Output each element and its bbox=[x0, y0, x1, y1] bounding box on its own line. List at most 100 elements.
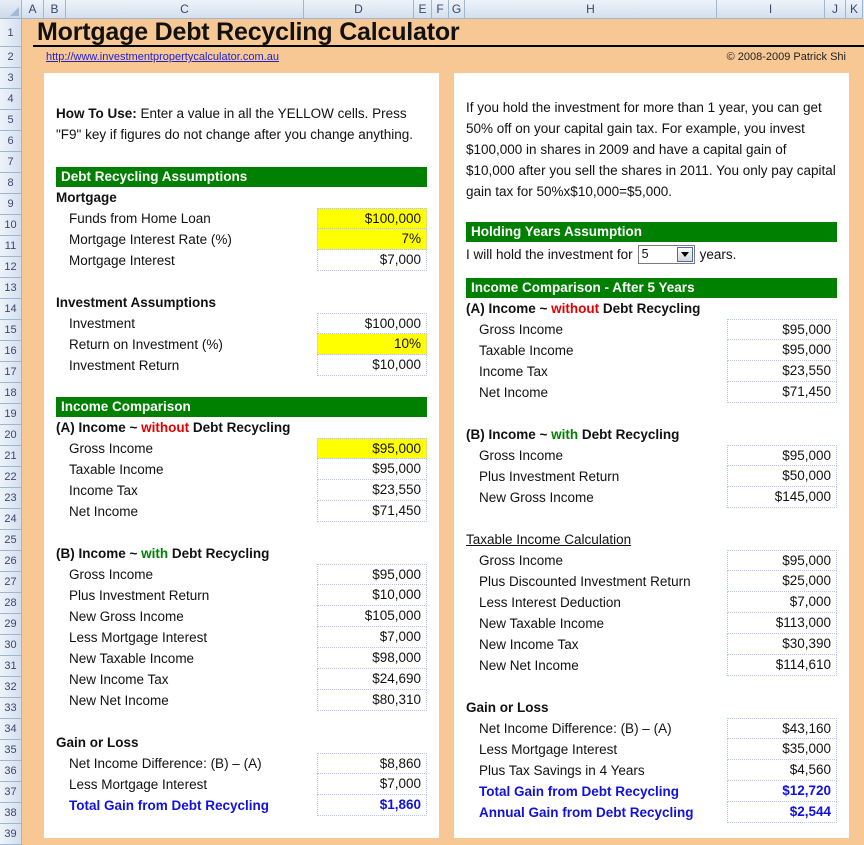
row-label: Total Gain from Debt Recycling bbox=[69, 798, 270, 813]
data-row: Total Gain from Debt Recycling $12,720 bbox=[466, 781, 837, 802]
row-header-19[interactable]: 19 bbox=[0, 404, 22, 425]
row-header-31[interactable]: 31 bbox=[0, 656, 22, 677]
value-cell: $25,000 bbox=[727, 571, 837, 592]
data-row: Return on Investment (%) 10% bbox=[56, 334, 427, 355]
row-header-13[interactable]: 13 bbox=[0, 278, 22, 299]
row-label: New Net Income bbox=[479, 658, 579, 673]
column-header-cells: ABCDEFGHIJK bbox=[22, 0, 863, 19]
investment-rows: Investment $100,000 Return on Investment (… bbox=[56, 313, 427, 376]
row-header-36[interactable]: 36 bbox=[0, 761, 22, 782]
row-header-1[interactable]: 1 bbox=[0, 19, 22, 47]
select-all-corner[interactable] bbox=[0, 0, 22, 19]
input-value-cell[interactable]: 10% bbox=[317, 334, 427, 355]
column-header-a[interactable]: A bbox=[22, 0, 44, 19]
row-header-8[interactable]: 8 bbox=[0, 173, 22, 194]
data-row: Funds from Home Loan $100,000 bbox=[56, 208, 427, 229]
row-header-37[interactable]: 37 bbox=[0, 782, 22, 803]
row-header-24[interactable]: 24 bbox=[0, 509, 22, 530]
row-header-39[interactable]: 39 bbox=[0, 824, 22, 845]
value-cell: $80,310 bbox=[317, 690, 427, 711]
row-header-14[interactable]: 14 bbox=[0, 299, 22, 320]
value-cell: $50,000 bbox=[727, 466, 837, 487]
section-a-heading-left: (A) Income ~ without Debt Recycling bbox=[56, 417, 427, 438]
row-header-25[interactable]: 25 bbox=[0, 530, 22, 551]
row-header-26[interactable]: 26 bbox=[0, 551, 22, 572]
row-header-27[interactable]: 27 bbox=[0, 572, 22, 593]
left-panel: How To Use: Enter a value in all the YEL… bbox=[44, 73, 439, 838]
column-header-f[interactable]: F bbox=[432, 0, 449, 19]
value-cell: $2,544 bbox=[727, 802, 837, 823]
section-b-heading-left: (B) Income ~ with Debt Recycling bbox=[56, 543, 427, 564]
gain-or-loss-heading-right: Gain or Loss bbox=[466, 700, 549, 715]
column-header-d[interactable]: D bbox=[304, 0, 414, 19]
row-header-9[interactable]: 9 bbox=[0, 194, 22, 215]
row-header-30[interactable]: 30 bbox=[0, 635, 22, 656]
row-header-23[interactable]: 23 bbox=[0, 488, 22, 509]
row-header-21[interactable]: 21 bbox=[0, 446, 22, 467]
input-value-cell[interactable]: 7% bbox=[317, 229, 427, 250]
row-header-35[interactable]: 35 bbox=[0, 740, 22, 761]
gain-rows-right: Net Income Difference: (B) – (A) $43,160 L… bbox=[466, 718, 837, 823]
row-header-28[interactable]: 28 bbox=[0, 593, 22, 614]
taxable-income-calculation-heading: Taxable Income Calculation bbox=[466, 532, 632, 547]
value-cell: $7,000 bbox=[317, 250, 427, 271]
row-header-29[interactable]: 29 bbox=[0, 614, 22, 635]
title-band: Mortgage Debt Recycling Calculator bbox=[33, 18, 864, 47]
row-header-17[interactable]: 17 bbox=[0, 362, 22, 383]
row-header-4[interactable]: 4 bbox=[0, 89, 22, 110]
gain-rows-left: Net Income Difference: (B) – (A) $8,860 Le… bbox=[56, 753, 427, 816]
column-header-j[interactable]: J bbox=[825, 0, 846, 19]
data-row: New Taxable Income $98,000 bbox=[56, 648, 427, 669]
input-value-cell[interactable]: $100,000 bbox=[317, 208, 427, 229]
data-row: Gross Income $95,000 bbox=[56, 564, 427, 585]
value-cell: $4,560 bbox=[727, 760, 837, 781]
row-header-18[interactable]: 18 bbox=[0, 383, 22, 404]
section-b-mid: with bbox=[141, 546, 169, 561]
row-header-38[interactable]: 38 bbox=[0, 803, 22, 824]
section-b-prefix: (B) Income ~ bbox=[56, 546, 142, 561]
data-row: New Gross Income $105,000 bbox=[56, 606, 427, 627]
row-label: Less Mortgage Interest bbox=[479, 742, 618, 757]
column-header-k[interactable]: K bbox=[846, 0, 863, 19]
row-label: Gross Income bbox=[69, 441, 154, 456]
row-header-2[interactable]: 2 bbox=[0, 47, 22, 68]
column-header-row: ABCDEFGHIJK bbox=[0, 0, 864, 19]
gain-or-loss-heading-left: Gain or Loss bbox=[56, 735, 139, 750]
column-header-g[interactable]: G bbox=[449, 0, 465, 19]
how-to-use-note: How To Use: Enter a value in all the YEL… bbox=[56, 83, 427, 145]
input-value-cell[interactable]: $95,000 bbox=[317, 438, 427, 459]
row-header-3[interactable]: 3 bbox=[0, 68, 22, 89]
row-header-11[interactable]: 11 bbox=[0, 236, 22, 257]
row-header-5[interactable]: 5 bbox=[0, 110, 22, 131]
row-header-33[interactable]: 33 bbox=[0, 698, 22, 719]
income-comparison-bar-right: Income Comparison - After 5 Years bbox=[466, 278, 837, 298]
copyright-text: © 2008-2009 Patrick Shi bbox=[726, 51, 846, 63]
row-header-15[interactable]: 15 bbox=[0, 320, 22, 341]
holding-years-dropdown[interactable]: 5 bbox=[637, 244, 695, 264]
column-header-e[interactable]: E bbox=[414, 0, 432, 19]
section-a-suffix: Debt Recycling bbox=[599, 301, 701, 316]
data-row: Net Income $71,450 bbox=[56, 501, 427, 522]
column-header-h[interactable]: H bbox=[465, 0, 717, 19]
chevron-down-icon[interactable] bbox=[676, 246, 693, 262]
row-header-7[interactable]: 7 bbox=[0, 152, 22, 173]
row-header-20[interactable]: 20 bbox=[0, 425, 22, 446]
row-header-6[interactable]: 6 bbox=[0, 131, 22, 152]
holding-years-line: I will hold the investment for 5 years. bbox=[466, 242, 837, 266]
value-cell: $30,390 bbox=[727, 634, 837, 655]
row-label: Less Mortgage Interest bbox=[69, 630, 208, 645]
row-header-10[interactable]: 10 bbox=[0, 215, 22, 236]
column-header-i[interactable]: I bbox=[717, 0, 825, 19]
row-label: Less Interest Deduction bbox=[479, 595, 621, 610]
row-header-34[interactable]: 34 bbox=[0, 719, 22, 740]
row-header-22[interactable]: 22 bbox=[0, 467, 22, 488]
column-header-b[interactable]: B bbox=[44, 0, 66, 19]
row-header-12[interactable]: 12 bbox=[0, 257, 22, 278]
row-label: Gross Income bbox=[69, 567, 154, 582]
column-header-c[interactable]: C bbox=[66, 0, 304, 19]
website-link[interactable]: http://www.investmentpropertycalculator.… bbox=[46, 51, 279, 63]
row-header-16[interactable]: 16 bbox=[0, 341, 22, 362]
section-a-rows-right: Gross Income $95,000 Taxable Income $95,000… bbox=[466, 319, 837, 403]
row-header-32[interactable]: 32 bbox=[0, 677, 22, 698]
data-row: Less Mortgage Interest $7,000 bbox=[56, 774, 427, 795]
